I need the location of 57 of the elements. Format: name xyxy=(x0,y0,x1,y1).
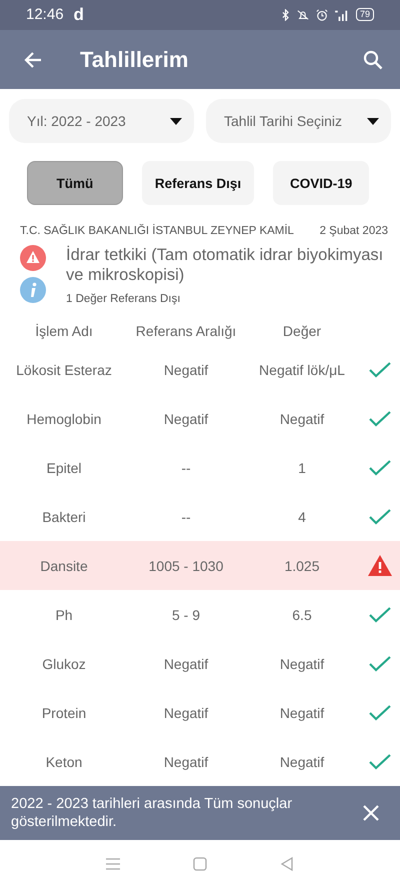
menu-icon xyxy=(105,856,122,872)
table-cell-text: Negatif xyxy=(162,410,210,427)
filter-tab[interactable]: Referans Dışı xyxy=(142,161,254,206)
table-cell-text: Hemoglobin xyxy=(26,410,102,427)
column-header: İşlem Adı xyxy=(34,323,94,340)
table-cell-text: Protein xyxy=(40,704,88,721)
report-date: 2 Şubat 2023 xyxy=(320,225,388,238)
table-cell-text: Negatif xyxy=(278,656,326,672)
close-icon xyxy=(363,805,379,822)
table-cell-text: Negatif xyxy=(162,656,210,672)
table-cell-text: Bakteri xyxy=(41,508,87,525)
screen-title: Tahlillerim xyxy=(80,46,190,72)
bluetooth-icon xyxy=(280,8,290,21)
muted-bell-icon xyxy=(296,8,310,21)
table-cell-text: Negatif lök/μL xyxy=(258,362,346,378)
table-cell-text: Glukoz xyxy=(41,656,87,672)
test-title: İdrar tetkiki (Tam otomatik idrar biyokimyası ve mikroskopisi) xyxy=(66,245,384,286)
notification-letter: d xyxy=(74,4,84,25)
column-header: Değer xyxy=(282,323,322,340)
alarm-icon xyxy=(316,8,328,21)
signal-icon xyxy=(334,8,350,21)
info-icon xyxy=(20,277,46,304)
home-icon xyxy=(192,856,208,872)
table-cell-text: Negatif xyxy=(162,362,210,378)
institution-name: T.C. SAĞLIK BAKANLIĞI İSTANBUL ZEYNEP KAMİL xyxy=(20,225,294,238)
snackbar-message: 2022 - 2023 tarihleri arasında Tüm sonuçlar gösterilmektedir. xyxy=(11,795,294,832)
table-cell-text: Ph xyxy=(54,606,74,623)
table-cell-text: Epitel xyxy=(45,460,83,476)
table-cell-text: 1.025 xyxy=(283,558,321,574)
caret-icon xyxy=(170,118,182,125)
dropdown-field[interactable]: Tahlil Tarihi Seçiniz xyxy=(206,99,391,144)
table-cell-text: Negatif xyxy=(278,754,326,770)
battery-indicator: 79 xyxy=(356,8,374,22)
table-cell-text: Negatif xyxy=(162,754,210,770)
dropdown-field[interactable]: Yıl: 2022 - 2023 xyxy=(9,99,194,144)
out-of-range-count: 1 Değer Referans Dışı xyxy=(66,293,182,306)
table-cell-text: Lökosit Esteraz xyxy=(15,362,113,378)
table-cell-text: Negatif xyxy=(278,410,326,427)
table-cell-text: Negatif xyxy=(278,704,326,721)
filter-tab[interactable]: COVID-19 xyxy=(273,161,370,206)
table-cell-text: Keton xyxy=(44,754,84,770)
table-cell-text: 6.5 xyxy=(291,606,313,623)
clock-time: 12:46 xyxy=(26,6,64,24)
table-cell-text: -- xyxy=(180,508,192,525)
column-header: Referans Aralığı xyxy=(134,323,238,340)
filter-tab[interactable]: Tümü xyxy=(26,161,123,206)
table-cell-text: 1005 - 1030 xyxy=(148,558,224,574)
table-cell-text: -- xyxy=(180,460,192,476)
back-arrow-icon xyxy=(23,50,43,70)
table-cell-text: 4 xyxy=(297,508,307,525)
table-cell-text: 1 xyxy=(297,460,307,476)
table-cell-text: Negatif xyxy=(162,704,210,721)
caret-icon xyxy=(367,118,379,125)
table-cell-text: Dansite xyxy=(39,558,89,574)
table-cell-text: 5 - 9 xyxy=(170,606,201,623)
search-icon xyxy=(363,50,383,70)
back-icon xyxy=(278,856,295,872)
